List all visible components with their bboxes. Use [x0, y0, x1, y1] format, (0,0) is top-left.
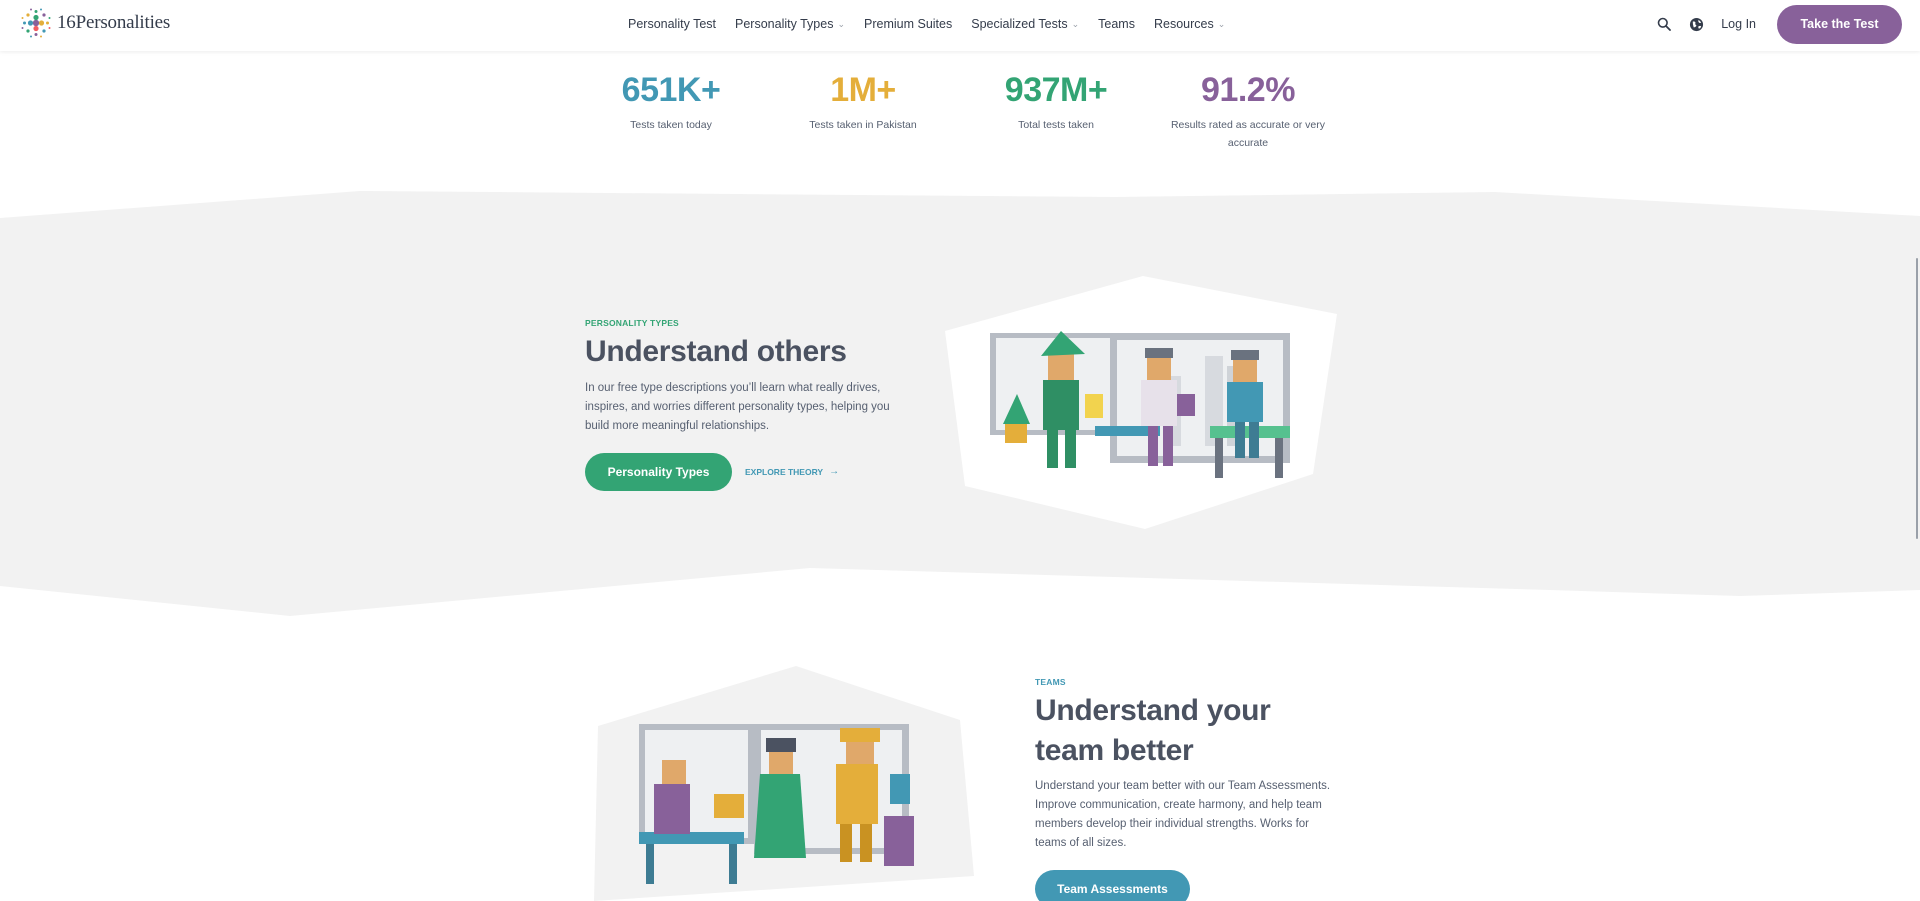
stat-tests-today: 651K+ Tests taken today — [598, 70, 744, 134]
section-body: Understand your team better with our Tea… — [1035, 780, 1331, 849]
search-icon[interactable] — [1655, 15, 1673, 33]
scrollbar-thumb[interactable] — [1916, 258, 1918, 539]
logo-text: 16Personalities — [57, 12, 171, 33]
logo[interactable]: 16Personalities — [18, 5, 170, 41]
header-actions: Log In Take the Test — [1655, 4, 1902, 44]
stat-total-tests: 937M+ Total tests taken — [983, 70, 1129, 134]
section-title-line1: Understand your — [1035, 694, 1271, 727]
chevron-down-icon: ⌄ — [1071, 18, 1080, 29]
stat-label: Results rated as accurate or very accura… — [1170, 119, 1326, 149]
site-header: 16Personalities Personality Test Persona… — [0, 0, 1920, 51]
nav-label: Premium Suites — [864, 17, 953, 31]
section-eyebrow: Teams — [1035, 677, 1066, 687]
personality-types-illustration — [945, 276, 1337, 529]
stat-label: Total tests taken — [1018, 119, 1094, 131]
stat-accuracy: 91.2% Results rated as accurate or very … — [1164, 70, 1332, 152]
nav-label: Resources — [1153, 17, 1214, 31]
nav-teams[interactable]: Teams — [1098, 17, 1135, 31]
nav-label: Specialized Tests — [971, 17, 1068, 31]
take-the-test-button[interactable]: Take the Test — [1777, 4, 1902, 44]
main-nav: Personality Test Personality Types ⌄ Prem… — [628, 0, 1244, 48]
arrow-right-icon: → — [829, 466, 840, 477]
stat-label: Tests taken today — [630, 119, 712, 131]
nav-label: Personality Types — [735, 17, 834, 31]
section-body: In our free type descriptions you’ll lea… — [585, 382, 890, 432]
nav-premium-suites[interactable]: Premium Suites — [864, 17, 952, 31]
chevron-down-icon: ⌄ — [1217, 18, 1226, 29]
teams-illustration — [594, 666, 974, 901]
section-eyebrow: Personality Types — [585, 318, 679, 328]
nav-label: Teams — [1098, 17, 1135, 31]
section-title-line2: team better — [1035, 734, 1194, 767]
login-link[interactable]: Log In — [1721, 17, 1756, 31]
stat-label: Tests taken in Pakistan — [809, 119, 917, 131]
personality-types-button[interactable]: Personality Types — [585, 453, 732, 491]
nav-resources[interactable]: Resources ⌄ — [1154, 17, 1225, 31]
nav-personality-types[interactable]: Personality Types ⌄ — [735, 17, 845, 31]
globe-icon[interactable] — [1687, 15, 1705, 33]
team-assessments-button[interactable]: Team Assessments — [1035, 870, 1190, 901]
explore-theory-link[interactable]: Explore Theory → — [745, 466, 839, 477]
chevron-down-icon: ⌄ — [837, 18, 845, 29]
stat-value: 1M+ — [830, 71, 896, 109]
nav-label: Personality Test — [628, 17, 717, 31]
stat-tests-country: 1M+ Tests taken in Pakistan — [790, 70, 936, 134]
nav-personality-test[interactable]: Personality Test — [628, 17, 716, 31]
stat-value: 651K+ — [621, 71, 721, 109]
logo-icon — [21, 8, 51, 38]
section-title: Understand others — [585, 335, 847, 368]
explore-theory-label: Explore Theory — [745, 466, 824, 477]
nav-specialized-tests[interactable]: Specialized Tests ⌄ — [971, 17, 1079, 31]
stat-value: 937M+ — [1004, 71, 1108, 109]
stat-value: 91.2% — [1201, 71, 1295, 109]
